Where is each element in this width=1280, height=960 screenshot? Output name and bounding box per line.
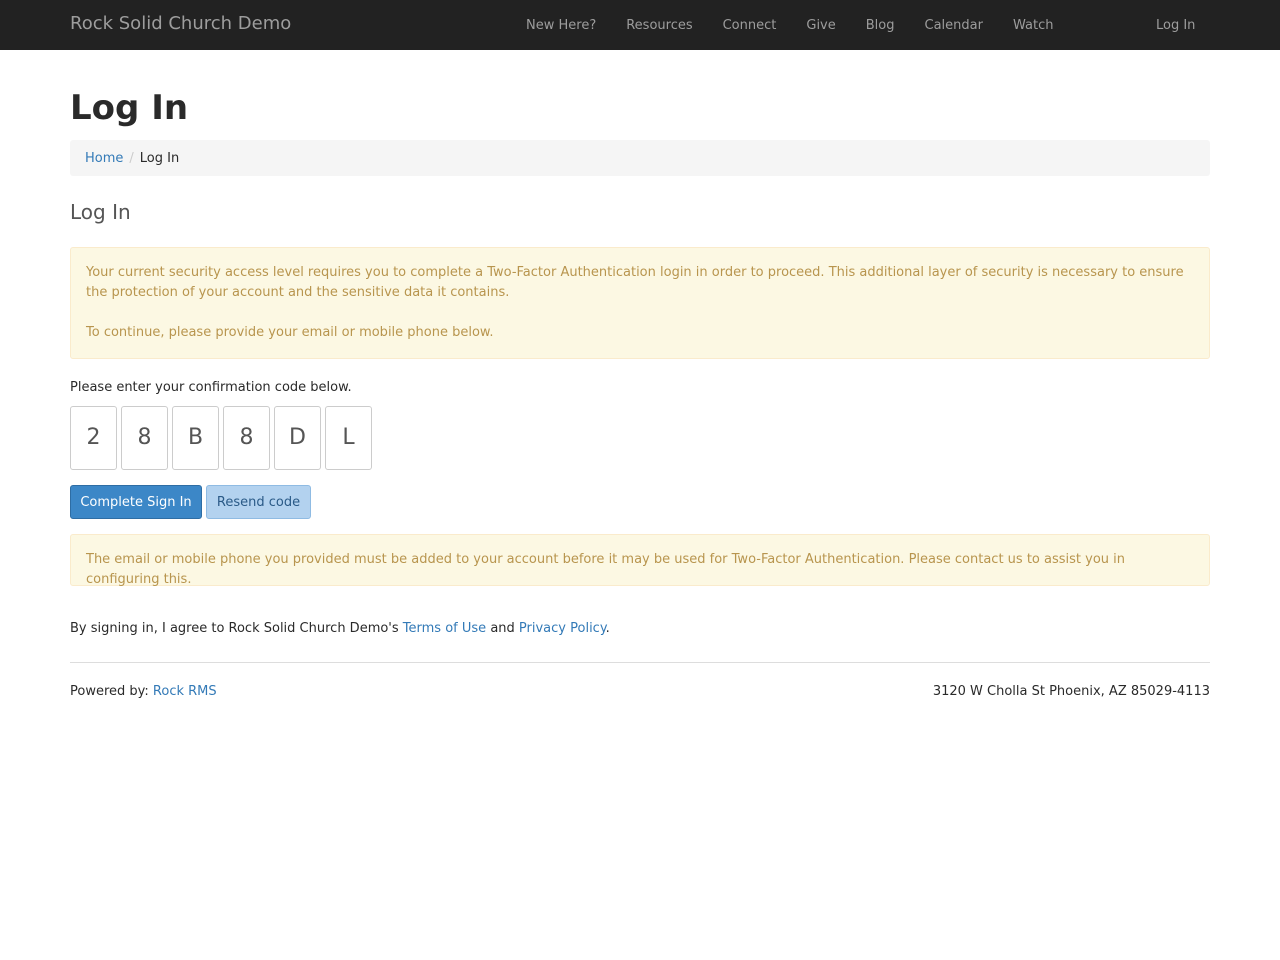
powered-by-prefix: Powered by: <box>70 684 149 699</box>
two-factor-alert-text: Your current security access level requi… <box>86 265 1184 300</box>
code-digit-input-3[interactable]: B <box>172 406 219 470</box>
rock-rms-link[interactable]: Rock RMS <box>153 684 217 699</box>
nav-item-new-here[interactable]: New Here? <box>511 18 611 33</box>
nav-item-watch[interactable]: Watch <box>998 18 1068 33</box>
breadcrumb-separator: / <box>129 150 134 166</box>
complete-sign-in-button[interactable]: Complete Sign In <box>70 485 202 519</box>
nav-item-blog[interactable]: Blog <box>851 18 910 33</box>
footer-divider <box>70 662 1210 663</box>
brand-link[interactable]: Rock Solid Church Demo <box>70 13 291 34</box>
terms-prefix: By signing in, I agree to Rock Solid Chu… <box>70 621 399 636</box>
breadcrumb-current: Log In <box>139 150 180 166</box>
nav-item-connect[interactable]: Connect <box>708 18 792 33</box>
privacy-policy-link[interactable]: Privacy Policy <box>519 621 606 636</box>
not-configured-alert-text: The email or mobile phone you provided m… <box>86 552 1125 587</box>
confirmation-code-inputs: 2 8 B 8 D L <box>70 406 372 470</box>
breadcrumb: Home / Log In <box>70 140 1210 176</box>
two-factor-alert-instruction: To continue, please provide your email o… <box>86 325 494 340</box>
powered-by: Powered by: Rock RMS <box>70 684 217 699</box>
confirmation-code-label: Please enter your confirmation code belo… <box>70 380 352 395</box>
login-section-title: Log In <box>70 200 131 224</box>
terms-agreement: By signing in, I agree to Rock Solid Chu… <box>70 621 610 636</box>
terms-and: and <box>490 621 515 636</box>
nav-item-resources[interactable]: Resources <box>611 18 707 33</box>
nav-item-calendar[interactable]: Calendar <box>910 18 998 33</box>
code-digit-input-5[interactable]: D <box>274 406 321 470</box>
not-configured-alert: The email or mobile phone you provided m… <box>70 534 1210 587</box>
user-nav: Log In <box>1141 0 1210 50</box>
terms-suffix: . <box>605 621 610 636</box>
resend-code-button[interactable]: Resend code <box>206 485 311 519</box>
nav-login-link[interactable]: Log In <box>1141 18 1210 33</box>
main-nav: New Here? Resources Connect Give Blog Ca… <box>511 0 1068 50</box>
code-digit-input-2[interactable]: 8 <box>121 406 168 470</box>
terms-of-use-link[interactable]: Terms of Use <box>403 621 486 636</box>
nav-item-give[interactable]: Give <box>791 18 850 33</box>
code-digit-input-6[interactable]: L <box>325 406 372 470</box>
code-digit-input-1[interactable]: 2 <box>70 406 117 470</box>
church-address: 3120 W Cholla St Phoenix, AZ 85029-4113 <box>932 684 1210 699</box>
code-digit-input-4[interactable]: 8 <box>223 406 270 470</box>
top-navbar: Rock Solid Church Demo New Here? Resourc… <box>0 0 1280 50</box>
page-title: Log In <box>70 88 189 128</box>
breadcrumb-home-link[interactable]: Home <box>85 151 123 166</box>
two-factor-alert: Your current security access level requi… <box>70 247 1210 359</box>
action-buttons: Complete Sign In Resend code <box>70 485 311 519</box>
